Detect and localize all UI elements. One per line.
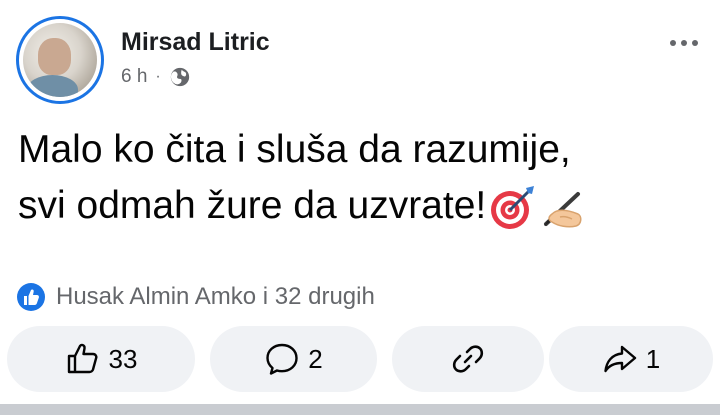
post-meta: 6 h · bbox=[121, 66, 191, 88]
direct-hit-emoji bbox=[491, 185, 535, 229]
more-options-icon[interactable] bbox=[670, 36, 710, 50]
reactions-summary[interactable]: Husak Almin Amko i 32 drugih bbox=[16, 282, 375, 312]
meta-separator: · bbox=[155, 68, 161, 85]
thumbs-up-icon bbox=[67, 343, 98, 374]
share-button[interactable]: 1 bbox=[549, 326, 713, 392]
comment-button[interactable]: 2 bbox=[210, 326, 377, 392]
like-count: 33 bbox=[108, 343, 138, 374]
post-time[interactable]: 6 h bbox=[121, 66, 147, 88]
like-button[interactable]: 33 bbox=[7, 326, 195, 392]
avatar[interactable] bbox=[16, 16, 104, 104]
copy-link-button[interactable] bbox=[392, 326, 544, 392]
reactions-text[interactable]: Husak Almin Amko i 32 drugih bbox=[56, 283, 375, 311]
link-icon bbox=[452, 345, 484, 373]
section-divider bbox=[0, 404, 720, 415]
post-text-line-2: svi odmah žure da uzvrate! bbox=[18, 184, 487, 227]
share-icon bbox=[604, 345, 636, 373]
avatar-photo bbox=[23, 23, 97, 97]
post-text-line-1: Malo ko čita i sluša da razumije, bbox=[18, 128, 571, 171]
author-name[interactable]: Mirsad Litric bbox=[121, 28, 270, 57]
comment-icon bbox=[266, 343, 298, 375]
post-card: Mirsad Litric 6 h · Malo ko čita i sluša… bbox=[0, 0, 720, 415]
action-bar: 33 2 1 bbox=[7, 326, 713, 392]
share-count: 1 bbox=[645, 343, 661, 374]
writing-hand-emoji bbox=[544, 191, 582, 228]
globe-icon[interactable] bbox=[169, 66, 191, 88]
like-badge-icon bbox=[17, 283, 45, 311]
comment-count: 2 bbox=[308, 343, 323, 374]
post-text-line-2-wrap: svi odmah žure da uzvrate! bbox=[18, 178, 708, 234]
post-text: Malo ko čita i sluša da razumije, svi od… bbox=[18, 122, 708, 234]
